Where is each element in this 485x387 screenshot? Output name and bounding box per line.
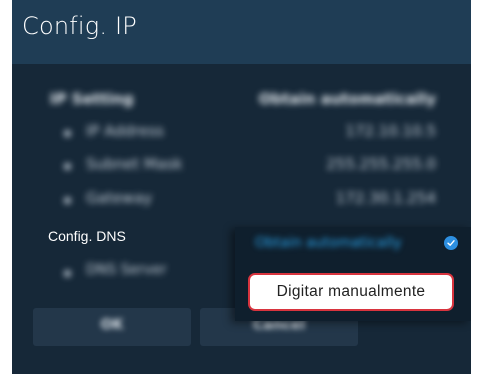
ip-address-row: IP Address 172.10.10.5 xyxy=(12,122,471,146)
gateway-value: 172.30.1.254 xyxy=(335,189,436,207)
dropdown-selected-option[interactable]: Obtain automatically xyxy=(255,235,402,251)
ip-setting-label: IP Setting xyxy=(50,90,134,108)
ip-address-value: 172.10.10.5 xyxy=(345,122,436,140)
bullet-icon xyxy=(64,197,71,204)
bullet-icon xyxy=(64,163,71,170)
config-dns-label: Config. DNS xyxy=(48,228,126,244)
dialog-header: Config. IP xyxy=(12,0,471,64)
bullet-icon xyxy=(64,270,71,277)
gateway-label: Gateway xyxy=(86,189,153,207)
subnet-mask-row: Subnet Mask 255.255.255.0 xyxy=(12,155,471,179)
ok-button[interactable]: OK xyxy=(33,308,191,346)
bullet-icon xyxy=(64,130,71,137)
ip-setting-value: Obtain automatically xyxy=(258,90,436,108)
subnet-mask-label: Subnet Mask xyxy=(86,155,183,173)
gateway-row: Gateway 172.30.1.254 xyxy=(12,189,471,213)
dropdown-option-manual[interactable]: Digitar manualmente xyxy=(248,273,454,311)
dropdown-option-label: Digitar manualmente xyxy=(276,283,426,300)
dns-server-label: DNS Server xyxy=(86,262,167,278)
subnet-mask-value: 255.255.255.0 xyxy=(326,155,436,173)
dialog-title: Config. IP xyxy=(22,12,137,40)
ip-setting-row[interactable]: IP Setting Obtain automatically xyxy=(12,90,471,114)
ok-button-label: OK xyxy=(100,317,124,333)
dns-server-row: DNS Server xyxy=(12,262,242,286)
ip-address-label: IP Address xyxy=(86,122,164,140)
dns-dropdown[interactable]: Obtain automatically Digitar manualmente xyxy=(235,227,471,321)
checkmark-icon xyxy=(444,236,458,250)
ip-settings-dialog: Config. IP IP Setting Obtain automatical… xyxy=(12,0,471,374)
